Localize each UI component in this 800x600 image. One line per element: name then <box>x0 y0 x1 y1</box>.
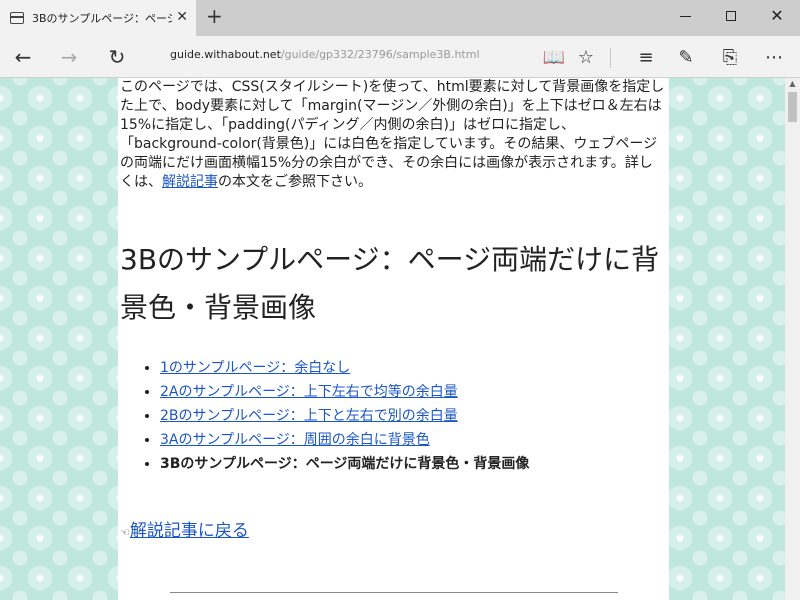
minimize-icon <box>679 15 691 17</box>
list-item: 2Bのサンプルページ：上下と左右で別の余白量 <box>160 404 529 428</box>
sample-link-2a[interactable]: 2Aのサンプルページ：上下左右で均等の余白量 <box>160 384 458 400</box>
book-icon: 📖 <box>542 46 566 68</box>
page-icon <box>10 12 24 24</box>
intro-paragraph: このページでは、CSS(スタイルシート)を使って、html要素に対して背景画像を… <box>120 78 665 192</box>
back-button[interactable]: ← <box>6 42 40 72</box>
scrollbar-thumb[interactable] <box>788 92 797 122</box>
minimize-button[interactable] <box>662 0 708 32</box>
refresh-button[interactable]: ↻ <box>100 42 134 72</box>
hub-icon: ≡ <box>638 46 654 68</box>
forward-button[interactable]: → <box>52 42 86 72</box>
sample-link-2b[interactable]: 2Bのサンプルページ：上下と左右で別の余白量 <box>160 408 458 424</box>
current-page-item: 3Bのサンプルページ：ページ両端だけに背景色・背景画像 <box>160 452 529 476</box>
maximize-button[interactable] <box>708 0 754 32</box>
navigation-bar: ← → ↻ guide.withabout.net/guide/gp332/23… <box>0 36 800 78</box>
vertical-scrollbar[interactable]: ▲ <box>785 78 800 600</box>
refresh-icon: ↻ <box>108 45 126 69</box>
list-item: 2Aのサンプルページ：上下左右で均等の余白量 <box>160 380 529 404</box>
sample-link-1[interactable]: 1のサンプルページ：余白なし <box>160 360 350 376</box>
arrow-right-icon: → <box>60 45 78 69</box>
close-tab-icon[interactable]: ✕ <box>176 10 188 24</box>
more-button[interactable]: ⋯ <box>760 44 788 70</box>
arrow-left-icon: ← <box>14 45 32 69</box>
browser-tab[interactable]: 3Bのサンプルページ：ページ ✕ <box>0 0 196 36</box>
pen-icon: ✎ <box>678 46 694 68</box>
share-button[interactable]: ⎘ <box>716 44 744 70</box>
page-title: 3Bのサンプルページ：ページ両端だけに背景色・背景画像 <box>120 243 660 324</box>
share-icon: ⎘ <box>722 46 738 68</box>
sample-links-list: 1のサンプルページ：余白なし 2Aのサンプルページ：上下左右で均等の余白量 2B… <box>120 356 529 476</box>
new-tab-button[interactable]: + <box>206 6 223 26</box>
favorite-button[interactable]: ☆ <box>572 44 600 70</box>
intro-article-link[interactable]: 解説記事 <box>162 174 218 190</box>
sample-link-3a[interactable]: 3Aのサンプルページ：周囲の余白に背景色 <box>160 432 430 448</box>
scroll-up-icon[interactable]: ▲ <box>785 78 800 90</box>
reading-view-button[interactable]: 📖 <box>540 44 568 70</box>
back-to-article: ☜解説記事に戻る <box>120 516 249 541</box>
page-viewport: このページでは、CSS(スタイルシート)を使って、html要素に対して背景画像を… <box>0 78 785 600</box>
pointing-hand-icon: ☜ <box>120 526 130 539</box>
address-host: guide.withabout.net <box>170 48 281 61</box>
close-icon: ✕ <box>770 6 784 25</box>
web-note-button[interactable]: ✎ <box>672 44 700 70</box>
back-to-article-link[interactable]: 解説記事に戻る <box>130 521 249 541</box>
more-icon: ⋯ <box>765 46 783 68</box>
page-body: このページでは、CSS(スタイルシート)を使って、html要素に対して背景画像を… <box>118 78 669 600</box>
star-icon: ☆ <box>577 46 595 68</box>
address-path: /guide/gp332/23796/sample3B.html <box>280 48 480 61</box>
address-bar[interactable]: guide.withabout.net/guide/gp332/23796/sa… <box>170 48 480 61</box>
tab-title: 3Bのサンプルページ：ページ <box>32 12 172 25</box>
maximize-icon <box>726 11 736 21</box>
intro-text-after: の本文をご参照下さい。 <box>218 174 372 190</box>
hub-button[interactable]: ≡ <box>632 44 660 70</box>
toolbar-separator <box>610 48 611 68</box>
list-item: 3Aのサンプルページ：周囲の余白に背景色 <box>160 428 529 452</box>
close-window-button[interactable]: ✕ <box>754 0 800 32</box>
tab-bar: 3Bのサンプルページ：ページ ✕ + ✕ <box>0 0 800 36</box>
list-item: 1のサンプルページ：余白なし <box>160 356 529 380</box>
divider <box>170 592 618 593</box>
